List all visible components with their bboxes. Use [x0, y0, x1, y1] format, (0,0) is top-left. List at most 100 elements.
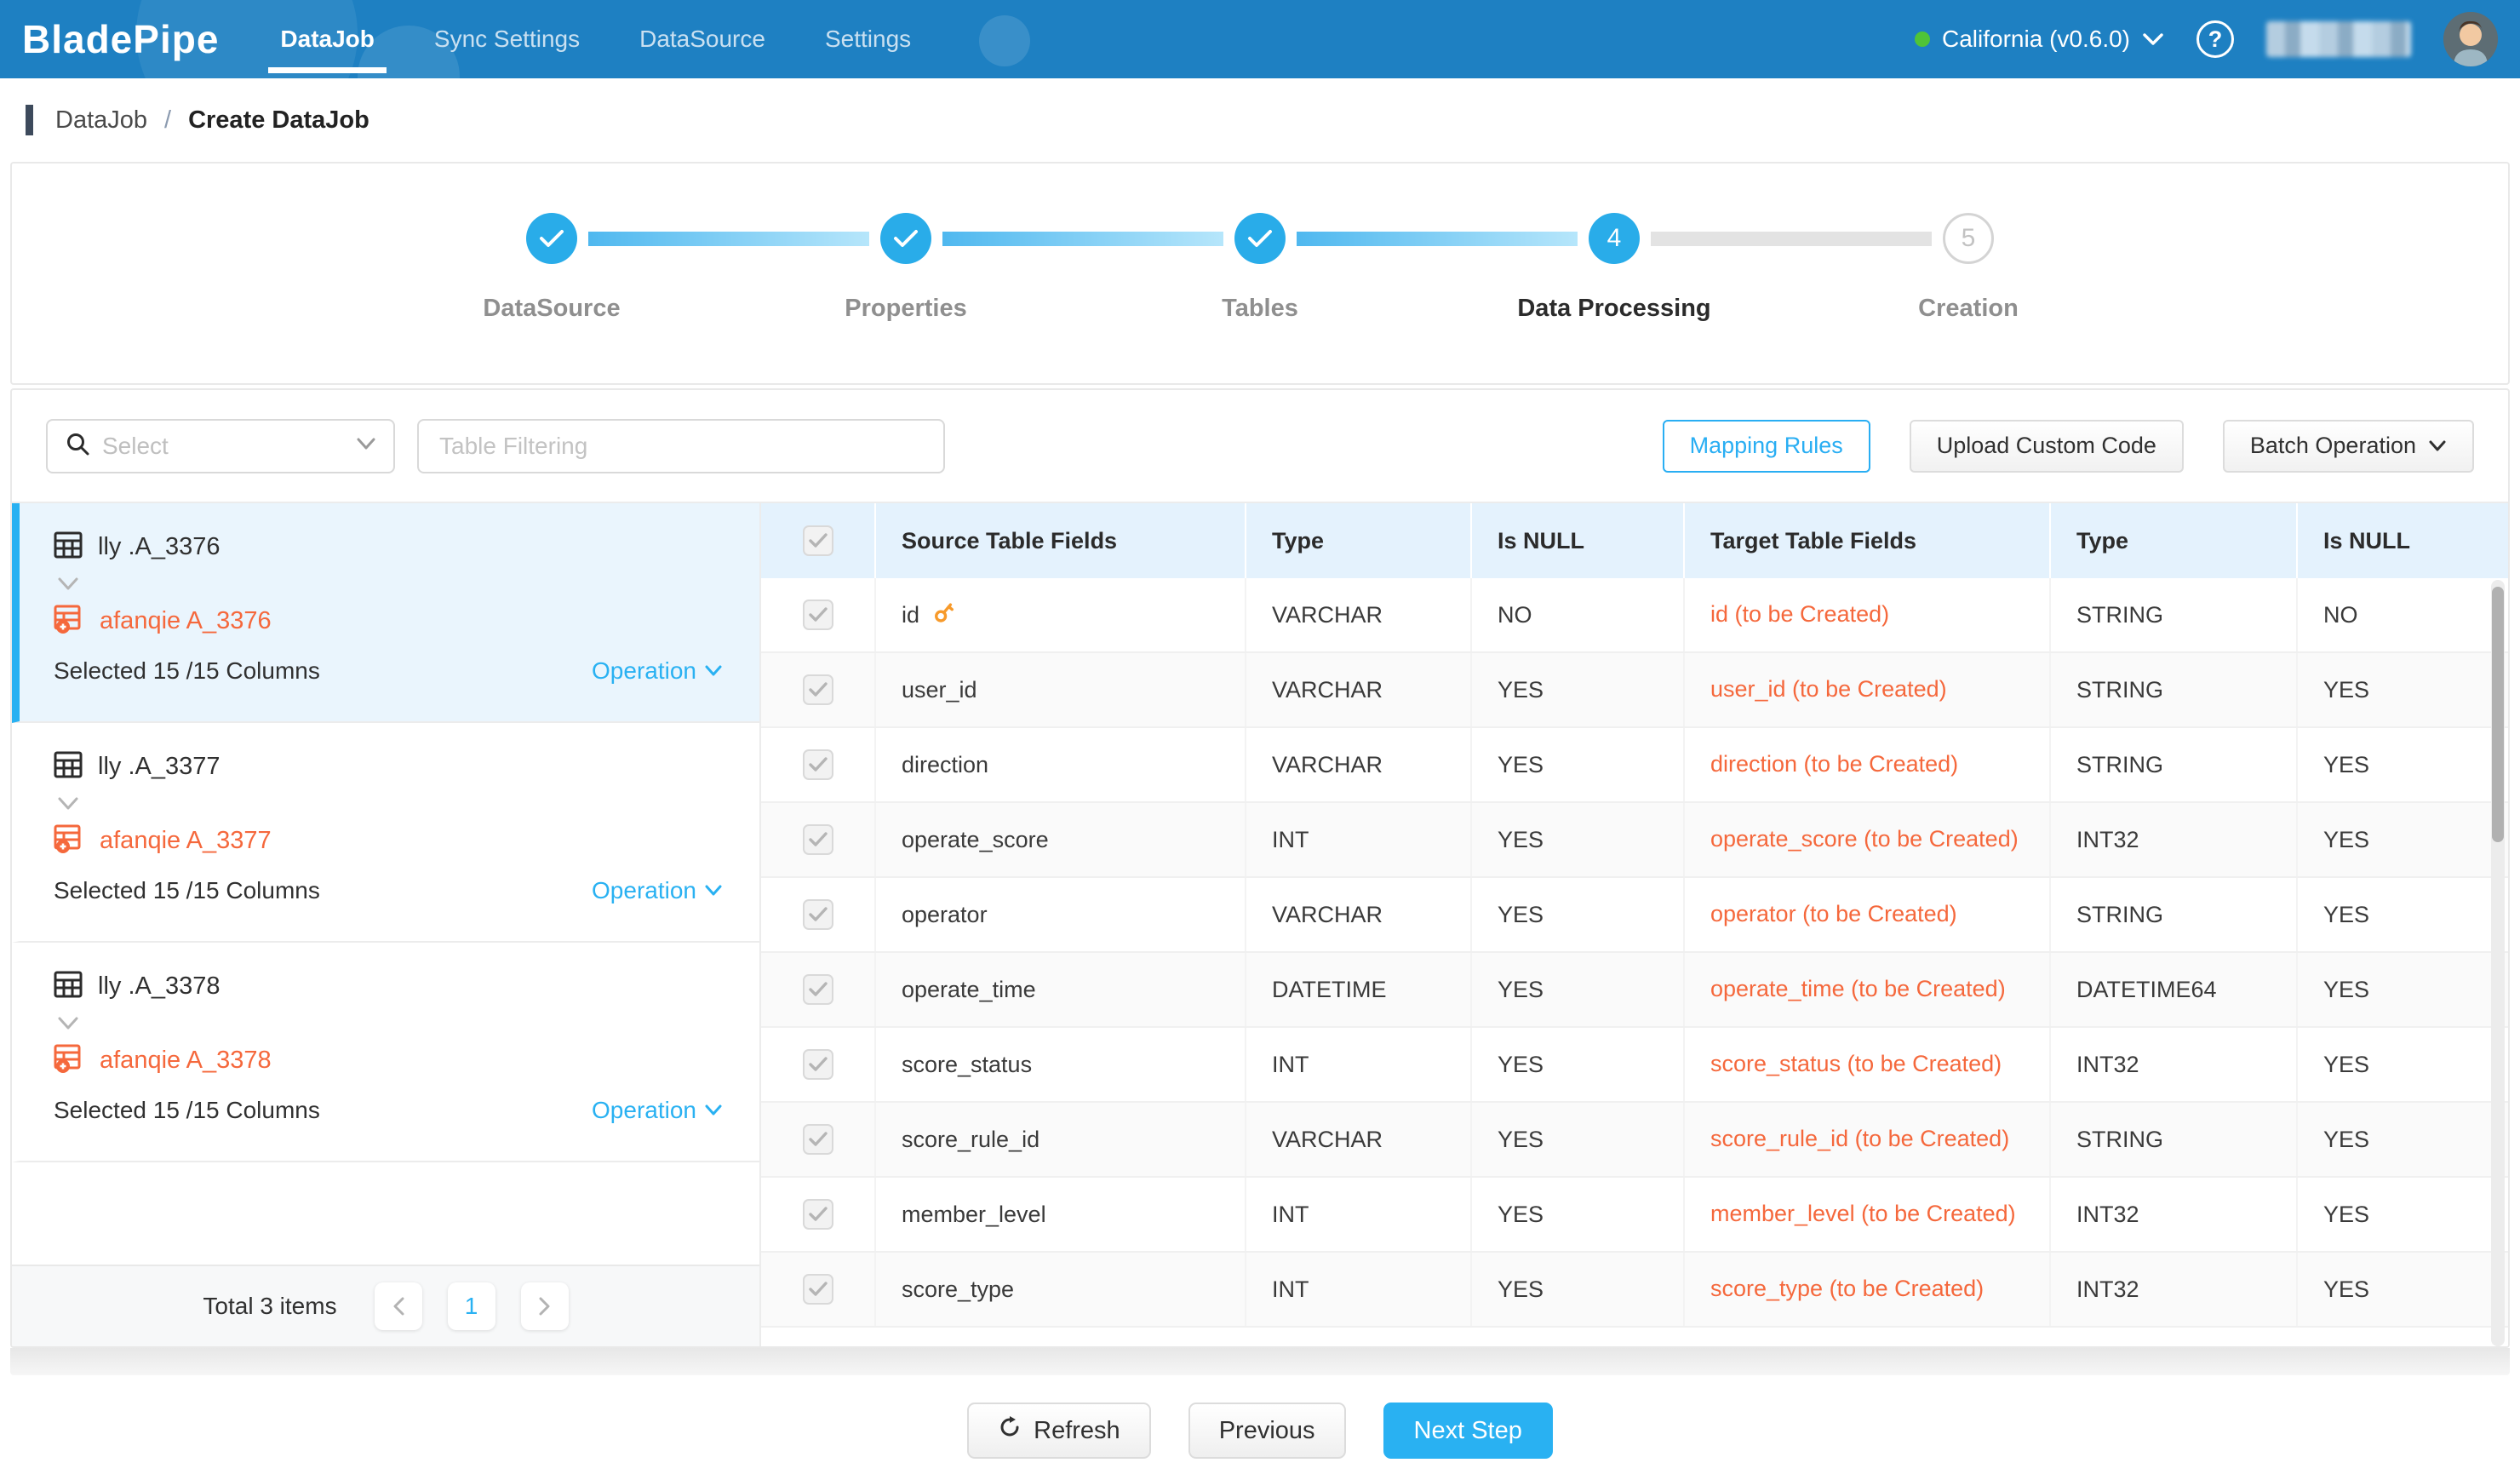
- source-is-null: YES: [1472, 803, 1685, 876]
- refresh-button[interactable]: Refresh: [967, 1403, 1151, 1459]
- field-row: score_status INT YES score_status (to be…: [761, 1028, 2508, 1103]
- select-placeholder: Select: [102, 433, 356, 460]
- target-table-name: afanqie A_3376: [100, 607, 272, 635]
- previous-button[interactable]: Previous: [1188, 1403, 1346, 1459]
- nav-decor-circle: [979, 15, 1030, 66]
- step-properties: Properties: [880, 213, 931, 264]
- source-field-type: VARCHAR: [1246, 578, 1472, 651]
- row-checkbox[interactable]: [803, 1049, 833, 1080]
- user-avatar[interactable]: [2443, 12, 2498, 66]
- batch-operation-button[interactable]: Batch Operation: [2223, 420, 2474, 473]
- field-row: direction VARCHAR YES direction (to be C…: [761, 728, 2508, 803]
- step-connector: [1651, 232, 1932, 246]
- operation-link[interactable]: Operation: [592, 1097, 722, 1124]
- scrollbar-thumb[interactable]: [2492, 587, 2504, 842]
- source-field-type: INT: [1246, 1253, 1472, 1326]
- select-all-checkbox[interactable]: [803, 525, 833, 556]
- source-field-name: member_level: [902, 1202, 1046, 1228]
- row-checkbox[interactable]: [803, 674, 833, 705]
- nav-item-sync-settings[interactable]: Sync Settings: [422, 0, 592, 78]
- row-checkbox[interactable]: [803, 974, 833, 1005]
- step-tables: Tables: [1234, 213, 1286, 264]
- table-icon: [54, 970, 83, 1003]
- region-selector[interactable]: California (v0.6.0): [1915, 26, 2164, 53]
- target-field-type: STRING: [2051, 578, 2298, 651]
- target-is-null: YES: [2298, 803, 2508, 876]
- next-page-button[interactable]: [521, 1282, 569, 1330]
- step-number-circle: 4: [1589, 213, 1640, 264]
- table-icon: [54, 531, 83, 564]
- source-field-name: operate_score: [902, 827, 1049, 853]
- target-is-null: YES: [2298, 953, 2508, 1026]
- operation-link[interactable]: Operation: [592, 877, 722, 904]
- target-field-name: score_status (to be Created): [1685, 1028, 2051, 1101]
- row-checkbox[interactable]: [803, 599, 833, 630]
- table-list-item[interactable]: lly .A_3376 afanqie A_3376 Selected 15 /…: [12, 503, 759, 723]
- expand-chevron-icon[interactable]: [57, 577, 722, 595]
- expand-chevron-icon[interactable]: [57, 1017, 722, 1035]
- table-filter-input[interactable]: [417, 419, 945, 473]
- target-field-name: user_id (to be Created): [1685, 653, 2051, 726]
- breadcrumb-parent-link[interactable]: DataJob: [55, 106, 147, 135]
- chevron-down-icon: [356, 437, 376, 455]
- refresh-icon: [998, 1415, 1022, 1446]
- col-header-source-field: Source Table Fields: [876, 503, 1246, 578]
- mapping-rules-button[interactable]: Mapping Rules: [1663, 420, 1870, 473]
- page-number-button[interactable]: 1: [448, 1282, 495, 1330]
- nav-item-settings[interactable]: Settings: [813, 0, 923, 78]
- brand-logo[interactable]: BladePipe: [22, 16, 219, 62]
- pagination: Total 3 items 1: [12, 1265, 759, 1346]
- step-label: DataSource: [483, 295, 620, 323]
- field-row: operate_time DATETIME YES operate_time (…: [761, 953, 2508, 1028]
- step-check-circle: [880, 213, 931, 264]
- nav-item-datajob[interactable]: DataJob: [268, 0, 386, 78]
- horizontal-scroll-strip: [10, 1348, 2510, 1375]
- step-data-processing: 4 Data Processing: [1589, 213, 1640, 264]
- source-field-type: VARCHAR: [1246, 878, 1472, 951]
- nav-item-datasource[interactable]: DataSource: [627, 0, 777, 78]
- select-dropdown[interactable]: Select: [46, 419, 395, 473]
- next-step-button[interactable]: Next Step: [1383, 1403, 1553, 1459]
- row-checkbox[interactable]: [803, 1274, 833, 1305]
- source-table-name: lly .A_3378: [98, 972, 220, 1001]
- row-checkbox[interactable]: [803, 899, 833, 930]
- col-header-type: Type: [1246, 503, 1472, 578]
- field-row: score_type INT YES score_type (to be Cre…: [761, 1253, 2508, 1328]
- table-add-icon: [54, 604, 84, 639]
- source-field-name: user_id: [902, 677, 977, 703]
- table-add-icon: [54, 823, 84, 858]
- row-checkbox[interactable]: [803, 1124, 833, 1155]
- table-list-item[interactable]: lly .A_3378 afanqie A_3378 Selected 15 /…: [12, 943, 759, 1162]
- source-is-null: NO: [1472, 578, 1685, 651]
- key-icon: [931, 599, 957, 631]
- row-checkbox[interactable]: [803, 1199, 833, 1230]
- vertical-scrollbar: [2491, 580, 2505, 1346]
- source-is-null: YES: [1472, 1028, 1685, 1101]
- toolbar: Select Mapping Rules Upload Custom Code …: [12, 390, 2508, 503]
- target-field-name: score_rule_id (to be Created): [1685, 1103, 2051, 1176]
- check-icon: [893, 228, 919, 249]
- operation-link[interactable]: Operation: [592, 657, 722, 685]
- step-label: Tables: [1222, 295, 1298, 323]
- target-field-name: direction (to be Created): [1685, 728, 2051, 801]
- target-field-type: DATETIME64: [2051, 953, 2298, 1026]
- step-label: Data Processing: [1517, 295, 1710, 323]
- field-row: user_id VARCHAR YES user_id (to be Creat…: [761, 653, 2508, 728]
- help-icon[interactable]: ?: [2196, 20, 2234, 58]
- source-field-name: score_rule_id: [902, 1127, 1040, 1153]
- source-field-type: VARCHAR: [1246, 1103, 1472, 1176]
- expand-chevron-icon[interactable]: [57, 797, 722, 815]
- wizard-stepper: DataSource Properties Tables 4 Data Proc…: [526, 213, 1994, 264]
- prev-page-button[interactable]: [375, 1282, 422, 1330]
- col-header-target-is-null: Is NULL: [2298, 503, 2508, 578]
- step-check-circle: [526, 213, 577, 264]
- data-processing-panel: Select Mapping Rules Upload Custom Code …: [10, 388, 2510, 1348]
- selected-columns-label: Selected 15 /15 Columns: [54, 877, 320, 904]
- source-is-null: YES: [1472, 1103, 1685, 1176]
- row-checkbox[interactable]: [803, 824, 833, 855]
- target-field-type: STRING: [2051, 878, 2298, 951]
- target-field-name: operate_time (to be Created): [1685, 953, 2051, 1026]
- upload-custom-code-button[interactable]: Upload Custom Code: [1910, 420, 2184, 473]
- table-list-item[interactable]: lly .A_3377 afanqie A_3377 Selected 15 /…: [12, 723, 759, 943]
- row-checkbox[interactable]: [803, 749, 833, 780]
